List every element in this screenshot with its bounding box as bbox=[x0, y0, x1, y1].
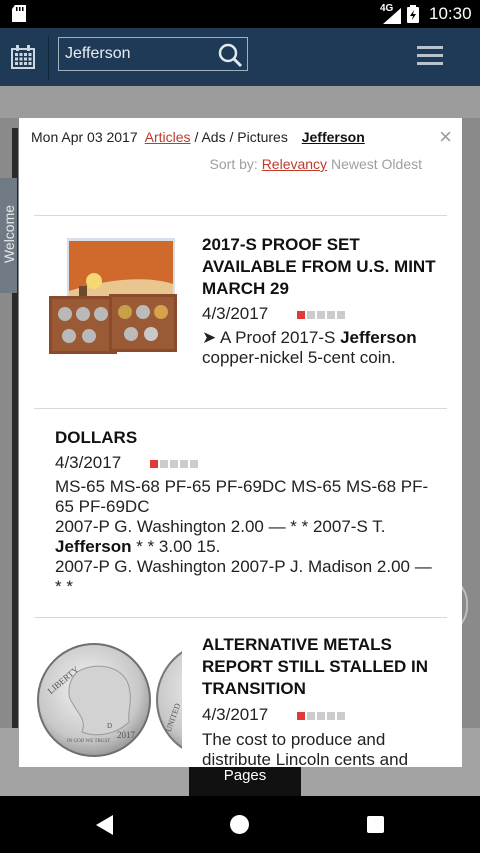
calendar-button[interactable] bbox=[8, 42, 38, 72]
coin-mint-text: D bbox=[107, 722, 112, 730]
relevance-bar bbox=[297, 311, 305, 319]
relevance-meter bbox=[297, 712, 345, 720]
sd-card-icon bbox=[12, 5, 26, 22]
result-date-label: 4/3/2017 bbox=[202, 705, 269, 724]
result-date-label: 4/3/2017 bbox=[202, 304, 269, 323]
pages-tab[interactable]: Pages bbox=[189, 767, 301, 796]
relevance-bar bbox=[180, 460, 188, 468]
dime-coin-image: LIBERTY IN GOD WE TRUST 2017 D UNITED bbox=[37, 643, 182, 757]
result-title[interactable]: 2017-S PROOF SET AVAILABLE FROM U.S. MIN… bbox=[202, 234, 442, 300]
system-nav-bar bbox=[0, 796, 480, 853]
relevance-bar bbox=[307, 712, 315, 720]
recent-apps-icon[interactable] bbox=[367, 816, 384, 833]
sort-oldest[interactable]: Oldest bbox=[382, 156, 422, 172]
signal-icon bbox=[383, 8, 401, 24]
sort-relevancy[interactable]: Relevancy bbox=[262, 156, 327, 172]
menu-button[interactable] bbox=[415, 42, 445, 68]
snippet-line: MS-65 MS-68 PF-65 PF-69DC MS-65 MS-68 PF… bbox=[55, 477, 429, 516]
tab-ads[interactable]: Ads bbox=[201, 129, 225, 145]
search-icon[interactable] bbox=[217, 42, 243, 68]
coin-motto-text: IN GOD WE TRUST bbox=[67, 739, 110, 744]
search-box[interactable]: Jefferson bbox=[58, 37, 248, 71]
snippet-text: ➤ A Proof 2017-S bbox=[202, 328, 341, 347]
result-snippet: MS-65 MS-68 PF-65 PF-69DC MS-65 MS-68 PF… bbox=[55, 477, 435, 597]
search-term[interactable]: Jefferson bbox=[302, 129, 365, 145]
result-item[interactable]: 2017-S PROOF SET AVAILABLE FROM U.S. MIN… bbox=[19, 216, 462, 408]
result-title[interactable]: ALTERNATIVE METALS REPORT STILL STALLED … bbox=[202, 634, 452, 700]
result-snippet: The cost to produce and distribute Linco… bbox=[202, 730, 409, 767]
welcome-tab-label: Welcome bbox=[1, 204, 17, 264]
relevance-bar bbox=[337, 311, 345, 319]
search-input[interactable]: Jefferson bbox=[65, 45, 131, 63]
calendar-icon bbox=[11, 45, 35, 69]
battery-icon bbox=[407, 5, 419, 23]
sort-label: Sort by: bbox=[209, 156, 258, 172]
sort-bar: Sort by: Relevancy Newest Oldest bbox=[210, 156, 422, 172]
relevance-bar bbox=[337, 712, 345, 720]
tab-separator: / bbox=[194, 129, 199, 145]
tab-articles[interactable]: Articles bbox=[145, 129, 191, 145]
relevance-bar bbox=[327, 311, 335, 319]
background-band bbox=[0, 86, 480, 118]
result-item[interactable]: LIBERTY IN GOD WE TRUST 2017 D UNITED AL… bbox=[19, 618, 462, 767]
result-filter-bar: Mon Apr 03 2017 Articles / Ads / Picture… bbox=[31, 129, 365, 145]
app-header: Jefferson bbox=[0, 28, 480, 86]
clock: 10:30 bbox=[429, 4, 472, 23]
result-date-label: 4/3/2017 bbox=[55, 453, 122, 472]
relevance-bar bbox=[297, 712, 305, 720]
coin-year-text: 2017 bbox=[117, 730, 136, 740]
relevance-meter bbox=[297, 311, 345, 319]
relevance-bar bbox=[327, 712, 335, 720]
tab-separator: / bbox=[229, 129, 234, 145]
relevance-bar bbox=[307, 311, 315, 319]
back-icon[interactable] bbox=[96, 815, 114, 835]
header-divider bbox=[48, 36, 49, 80]
snippet-line: 2007-P G. Washington 2007-P J. Madison 2… bbox=[55, 557, 432, 596]
snippet-text: * * 3.00 15. bbox=[131, 537, 221, 556]
result-date: Mon Apr 03 2017 bbox=[31, 129, 138, 145]
proof-set-image bbox=[49, 238, 177, 354]
dialog-header: Mon Apr 03 2017 Articles / Ads / Picture… bbox=[19, 118, 462, 216]
snippet-text: copper-nickel 5-cent coin. bbox=[202, 348, 396, 367]
relevance-bar bbox=[190, 460, 198, 468]
relevance-bar bbox=[150, 460, 158, 468]
close-icon[interactable]: × bbox=[439, 124, 452, 150]
result-title[interactable]: DOLLARS bbox=[55, 427, 137, 449]
relevance-bar bbox=[170, 460, 178, 468]
result-item[interactable]: DOLLARS 4/3/2017 MS-65 MS-68 PF-65 PF-69… bbox=[19, 409, 462, 617]
highlight-term: Jefferson bbox=[340, 328, 417, 347]
status-bar: 4G 10:30 bbox=[0, 0, 480, 28]
sort-newest[interactable]: Newest bbox=[331, 156, 378, 172]
relevance-bar bbox=[317, 311, 325, 319]
snippet-line: Jefferson * * 3.00 15. bbox=[55, 537, 435, 557]
menu-icon bbox=[417, 46, 443, 65]
home-icon[interactable] bbox=[230, 815, 249, 834]
tab-pictures[interactable]: Pictures bbox=[237, 129, 288, 145]
snippet-line: 2007-P G. Washington 2.00 — * * 2007-S T… bbox=[55, 517, 386, 536]
result-snippet: ➤ A Proof 2017-S Jefferson copper-nickel… bbox=[202, 328, 447, 368]
search-results-dialog: Mon Apr 03 2017 Articles / Ads / Picture… bbox=[19, 118, 462, 767]
highlight-term: Jefferson bbox=[55, 537, 132, 556]
relevance-meter bbox=[150, 460, 198, 468]
welcome-tab[interactable]: Welcome bbox=[0, 178, 17, 293]
relevance-bar bbox=[160, 460, 168, 468]
relevance-bar bbox=[317, 712, 325, 720]
